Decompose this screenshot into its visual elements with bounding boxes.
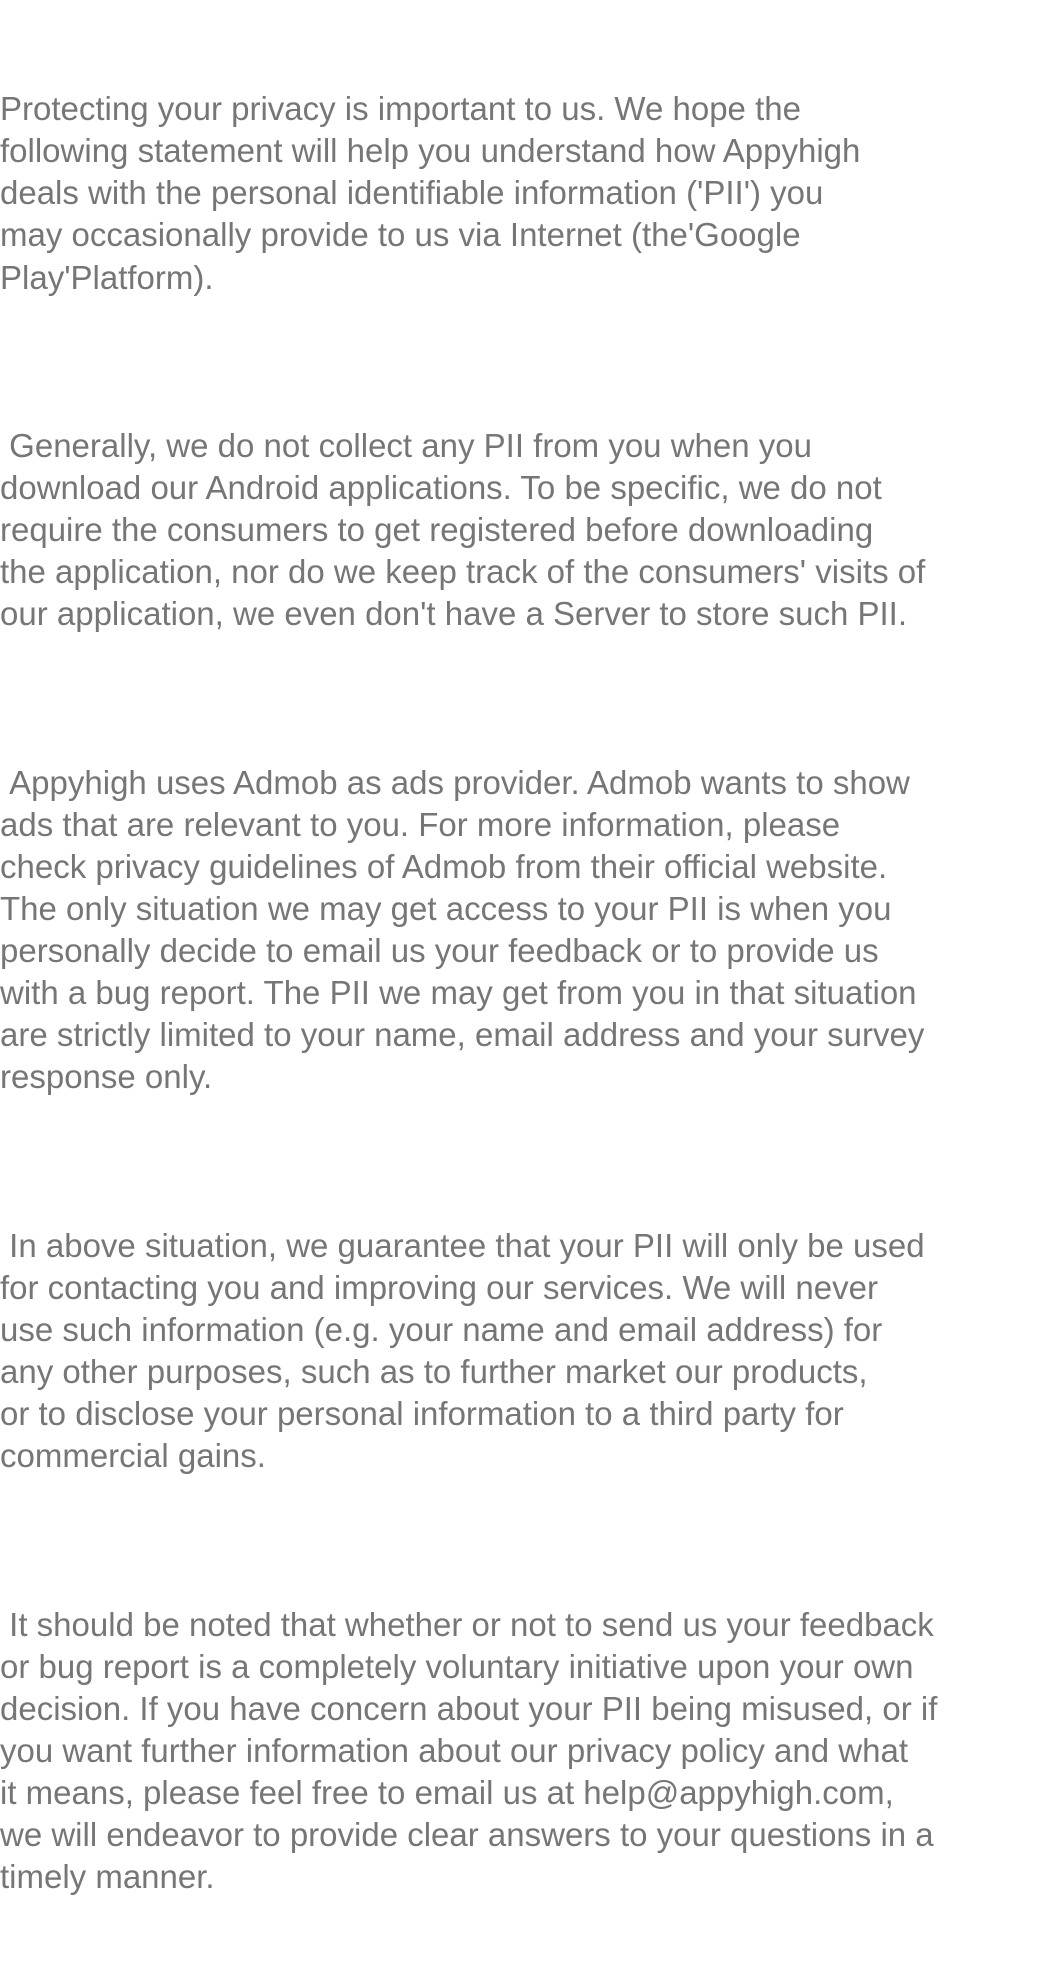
text-line: ads that are relevant to you. For more i… [0,805,841,843]
text-line: with a bug report. The PII we may get fr… [0,974,917,1012]
text-line: deals with the personal identifiable inf… [0,174,824,212]
text-line: check privacy guidelines of Admob from t… [0,847,888,885]
text-line: we will endeavor to provide clear answer… [0,1816,934,1854]
text-line: Play'Platform). [0,258,214,296]
text-line: our application, we even don't have a Se… [0,595,907,633]
text-line: use such information (e.g. your name and… [0,1310,883,1348]
text-line: the application, nor do we keep track of… [0,553,926,591]
text-line: any other purposes, such as to further m… [0,1353,868,1390]
policy-paragraph-usage: In above situation, we guarantee that yo… [0,1225,1040,1478]
text-line: personally decide to email us your feedb… [0,932,879,970]
policy-paragraph-intro: Protecting your privacy is important to … [0,88,1040,298]
text-line: you want further information about our p… [0,1731,908,1769]
text-line: for contacting you and improving our ser… [0,1268,878,1306]
text-line: It should be noted that whether or not t… [0,1605,934,1643]
text-line: are strictly limited to your name, email… [0,1016,925,1054]
text-line: it means, please feel free to email us a… [0,1773,894,1811]
text-line: Appyhigh uses Admob as ads provider. Adm… [0,763,910,801]
text-line: The only situation we may get access to … [0,889,892,927]
text-line: download our Android applications. To be… [0,469,882,507]
text-line: following statement will help you unders… [0,132,861,170]
text-line: decision. If you have concern about your… [0,1689,938,1727]
privacy-policy-text: Protecting your privacy is important to … [0,4,1040,1982]
policy-paragraph-no-collection: Generally, we do not collect any PII fro… [0,425,1040,635]
text-line: response only. [0,1058,213,1096]
text-line: or bug report is a completely voluntary … [0,1647,914,1685]
policy-paragraph-voluntary: It should be noted that whether or not t… [0,1604,1040,1899]
policy-paragraph-admob: Appyhigh uses Admob as ads provider. Adm… [0,762,1040,1099]
text-line: Protecting your privacy is important to … [0,90,801,128]
text-line: commercial gains. [0,1437,266,1475]
text-line: or to disclose your personal information… [0,1395,844,1433]
text-line: In above situation, we guarantee that yo… [0,1226,925,1264]
text-line: timely manner. [0,1858,215,1896]
privacy-policy-screen: { "policy": { "paragraphs": [ { "lines":… [0,0,1044,1895]
text-line: require the consumers to get registered … [0,511,874,549]
text-line: may occasionally provide to us via Inter… [0,216,801,254]
text-line: Generally, we do not collect any PII fro… [0,426,812,464]
